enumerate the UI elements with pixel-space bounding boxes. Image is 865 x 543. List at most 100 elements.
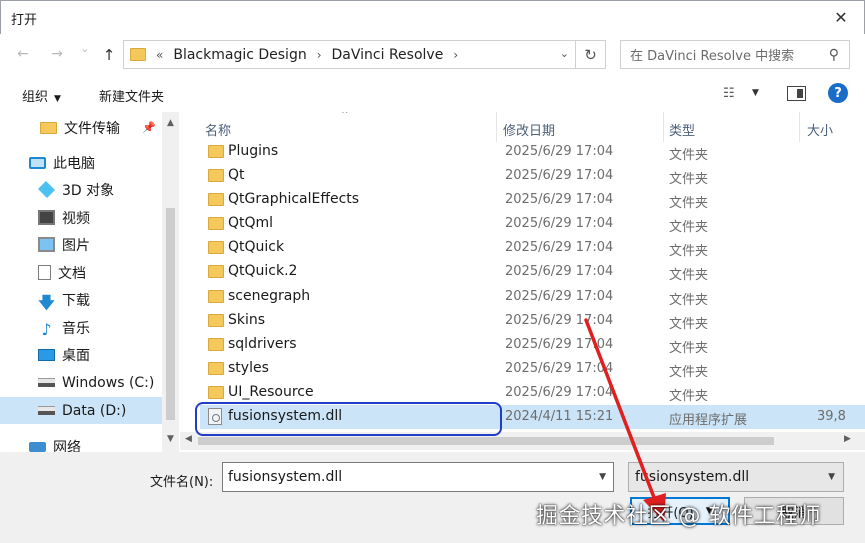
chevron-down-icon: ▼ bbox=[828, 472, 835, 482]
scroll-up-icon[interactable]: ▲ bbox=[162, 118, 179, 128]
file-date: 2025/6/29 17:04 bbox=[505, 240, 614, 255]
column-modified[interactable]: 修改日期 bbox=[503, 120, 555, 139]
file-name: QtQuick bbox=[228, 239, 285, 255]
file-name: Plugins bbox=[228, 143, 279, 159]
file-date: 2025/6/29 17:04 bbox=[505, 264, 614, 279]
navigation-bar: ← → ⌄ ↑ « Blackmagic Design › DaVinci Re… bbox=[0, 34, 865, 76]
breadcrumb-davinci[interactable]: DaVinci Resolve bbox=[332, 47, 444, 63]
file-row[interactable]: Skins 2025/6/29 17:04 文件夹 bbox=[200, 309, 865, 333]
filename-value: fusionsystem.dll bbox=[228, 469, 343, 485]
folder-icon bbox=[208, 290, 224, 303]
column-name[interactable]: 名称 bbox=[205, 120, 231, 139]
scrollbar-thumb[interactable] bbox=[166, 208, 175, 420]
documents-icon bbox=[38, 265, 51, 280]
chevron-down-icon[interactable]: ▼ bbox=[752, 88, 759, 98]
close-icon[interactable]: ✕ bbox=[818, 1, 864, 34]
address-bar[interactable]: « Blackmagic Design › DaVinci Resolve › … bbox=[123, 40, 606, 69]
scrollbar-thumb[interactable] bbox=[198, 437, 774, 445]
file-row[interactable]: sqldrivers 2025/6/29 17:04 文件夹 bbox=[200, 333, 865, 357]
file-row[interactable]: QtQuick.2 2025/6/29 17:04 文件夹 bbox=[200, 260, 865, 284]
folder-icon bbox=[208, 169, 224, 182]
sidebar-item-videos[interactable]: 视频 bbox=[0, 204, 162, 231]
new-folder-button[interactable]: 新建文件夹 bbox=[99, 86, 164, 105]
refresh-icon[interactable]: ↻ bbox=[575, 41, 605, 68]
sidebar-scrollbar[interactable]: ▲ ▼ bbox=[162, 112, 179, 452]
folder-icon bbox=[208, 217, 224, 230]
music-icon: ♪ bbox=[41, 320, 52, 339]
file-type: 文件夹 bbox=[669, 148, 709, 163]
video-icon bbox=[38, 210, 55, 225]
file-row[interactable]: QtQuick 2025/6/29 17:04 文件夹 bbox=[200, 236, 865, 260]
column-divider[interactable] bbox=[496, 112, 497, 142]
breadcrumb-overflow-icon[interactable]: « bbox=[156, 48, 163, 62]
file-row[interactable]: Qt 2025/6/29 17:04 文件夹 bbox=[200, 164, 865, 188]
command-toolbar: 组织 ▼ 新建文件夹 ☷ ▼ ? bbox=[0, 76, 865, 112]
up-folder-icon[interactable]: ↑ bbox=[98, 46, 120, 64]
breadcrumb-blackmagic[interactable]: Blackmagic Design bbox=[173, 47, 306, 63]
scroll-down-icon[interactable]: ▼ bbox=[162, 434, 179, 444]
search-input[interactable]: 在 DaVinci Resolve 中搜索 ⚲ bbox=[620, 40, 850, 69]
watermark-text: 掘金技术社区 @ 软件工程师 bbox=[536, 504, 821, 529]
file-date: 2025/6/29 17:04 bbox=[505, 289, 614, 304]
file-date: 2025/6/29 17:04 bbox=[505, 192, 614, 207]
drive-icon bbox=[38, 406, 55, 415]
sidebar-item-documents[interactable]: 文档 bbox=[0, 259, 162, 286]
file-row[interactable]: Plugins 2025/6/29 17:04 文件夹 bbox=[200, 140, 865, 164]
breadcrumb-separator-icon[interactable]: › bbox=[317, 48, 322, 62]
scroll-left-icon[interactable]: ◀ bbox=[185, 434, 192, 444]
file-type: 文件夹 bbox=[669, 341, 709, 356]
forward-icon[interactable]: → bbox=[46, 46, 68, 62]
3d-objects-icon bbox=[38, 181, 55, 198]
sidebar-item-this-pc[interactable]: 此电脑 bbox=[0, 149, 162, 176]
file-name: QtQuick.2 bbox=[228, 263, 298, 279]
file-date: 2024/4/11 15:21 bbox=[505, 409, 614, 424]
recent-locations-icon[interactable]: ⌄ bbox=[74, 42, 96, 55]
sidebar-item-downloads[interactable]: 🡇 下载 bbox=[0, 286, 162, 313]
file-date: 2025/6/29 17:04 bbox=[505, 337, 614, 352]
filename-field[interactable]: fusionsystem.dll ▼ bbox=[222, 462, 614, 492]
column-divider[interactable] bbox=[799, 112, 800, 142]
file-type: 应用程序扩展 bbox=[669, 413, 748, 428]
file-list: ^ 名称 修改日期 类型 大小 Plugins 2025/6/29 17:04 … bbox=[180, 112, 865, 452]
file-type: 文件夹 bbox=[669, 196, 709, 211]
desktop-icon bbox=[38, 348, 55, 361]
sidebar-item-label: 图片 bbox=[62, 237, 90, 254]
sidebar-item-pictures[interactable]: 图片 bbox=[0, 231, 162, 258]
view-options-icon[interactable]: ☷ bbox=[723, 86, 735, 101]
file-name: QtGraphicalEffects bbox=[228, 191, 360, 207]
preview-pane-icon[interactable] bbox=[787, 86, 806, 101]
column-size[interactable]: 大小 bbox=[807, 120, 833, 139]
organize-button[interactable]: 组织 ▼ bbox=[22, 86, 61, 105]
file-date: 2025/6/29 17:04 bbox=[505, 144, 614, 159]
sidebar-item-windows-c[interactable]: Windows (C:) bbox=[0, 369, 162, 396]
file-row[interactable]: QtGraphicalEffects 2025/6/29 17:04 文件夹 bbox=[200, 188, 865, 212]
column-divider[interactable] bbox=[663, 112, 664, 142]
address-dropdown-icon[interactable]: ⌄ bbox=[560, 47, 569, 60]
title-bar: 打开 ✕ bbox=[0, 0, 865, 34]
back-icon[interactable]: ← bbox=[12, 46, 34, 62]
sidebar-item-label: 文件传输 bbox=[64, 120, 120, 137]
file-row[interactable]: styles 2025/6/29 17:04 文件夹 bbox=[200, 357, 865, 381]
sidebar-item-file-transfer[interactable]: 文件传输 📌 bbox=[0, 114, 162, 141]
search-icon[interactable]: ⚲ bbox=[829, 47, 839, 63]
sidebar-item-3d-objects[interactable]: 3D 对象 bbox=[0, 176, 162, 203]
file-row[interactable]: QtQml 2025/6/29 17:04 文件夹 bbox=[200, 212, 865, 236]
window-title: 打开 bbox=[11, 13, 38, 28]
column-type[interactable]: 类型 bbox=[669, 120, 695, 139]
sidebar-item-label: 此电脑 bbox=[53, 155, 95, 172]
chevron-down-icon[interactable]: ▼ bbox=[599, 472, 606, 482]
sidebar-item-desktop[interactable]: 桌面 bbox=[0, 341, 162, 368]
sidebar-item-label: 下载 bbox=[62, 292, 90, 309]
file-name: scenegraph bbox=[228, 288, 311, 304]
help-icon[interactable]: ? bbox=[828, 83, 848, 103]
sidebar-item-data-d[interactable]: Data (D:) bbox=[0, 397, 162, 424]
file-row[interactable]: scenegraph 2025/6/29 17:04 文件夹 bbox=[200, 285, 865, 309]
sidebar-item-music[interactable]: ♪ 音乐 bbox=[0, 314, 162, 341]
pin-icon[interactable]: 📌 bbox=[142, 121, 156, 134]
sidebar-item-label: 音乐 bbox=[62, 320, 90, 337]
file-type-filter[interactable]: fusionsystem.dll ▼ bbox=[628, 462, 844, 492]
scroll-right-icon[interactable]: ▶ bbox=[844, 434, 851, 444]
sidebar-item-network[interactable]: 网络 bbox=[0, 433, 162, 452]
sidebar-item-label: 3D 对象 bbox=[62, 182, 115, 199]
breadcrumb-separator-icon[interactable]: › bbox=[453, 48, 458, 62]
